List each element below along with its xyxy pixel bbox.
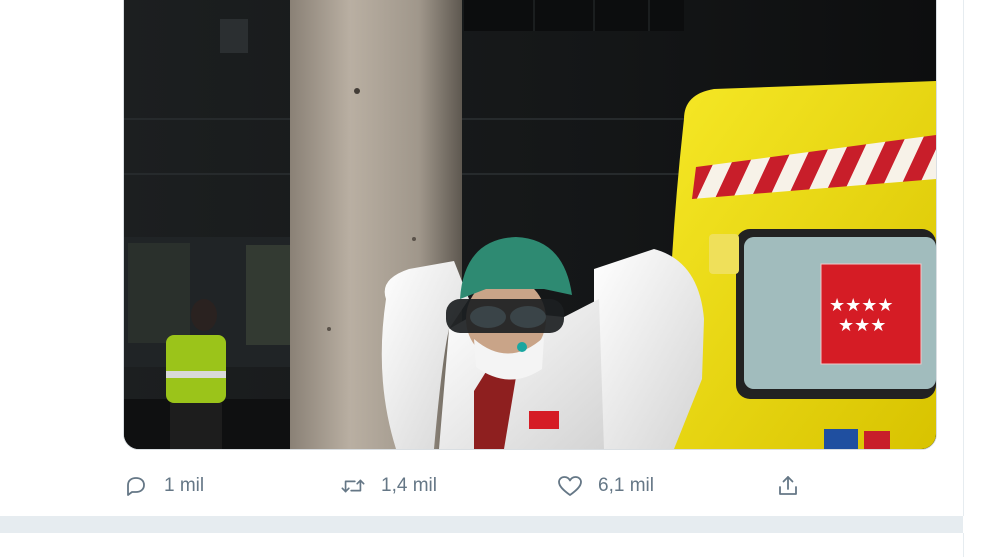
photo-illustration: ★★★★ ★★★ <box>124 0 936 449</box>
retweet-count: 1,4 mil <box>381 475 437 496</box>
share-button[interactable] <box>775 466 816 506</box>
retweet-button[interactable]: 1,4 mil <box>340 466 437 506</box>
reply-icon <box>123 473 149 499</box>
right-gutter <box>964 0 990 557</box>
next-tweet-card[interactable] <box>0 533 964 557</box>
reply-count: 1 mil <box>164 475 205 496</box>
reply-button[interactable]: 1 mil <box>123 466 204 506</box>
tweet-media-photo[interactable]: ★★★★ ★★★ <box>123 0 937 450</box>
like-count: 6,1 mil <box>598 475 654 496</box>
like-button[interactable]: 6,1 mil <box>557 466 654 506</box>
retweet-icon <box>340 473 366 499</box>
timeline-divider <box>0 516 963 533</box>
svg-text:★★★★: ★★★★ <box>829 295 894 316</box>
tweet-actions: 1 mil 1,4 mil 6,1 mil <box>123 466 823 506</box>
svg-text:★★★: ★★★ <box>838 315 886 336</box>
share-icon <box>775 473 801 499</box>
tweet-card: ★★★★ ★★★ 1 mil 1,4 mil 6,1 mil <box>0 0 964 516</box>
heart-icon <box>557 473 583 499</box>
